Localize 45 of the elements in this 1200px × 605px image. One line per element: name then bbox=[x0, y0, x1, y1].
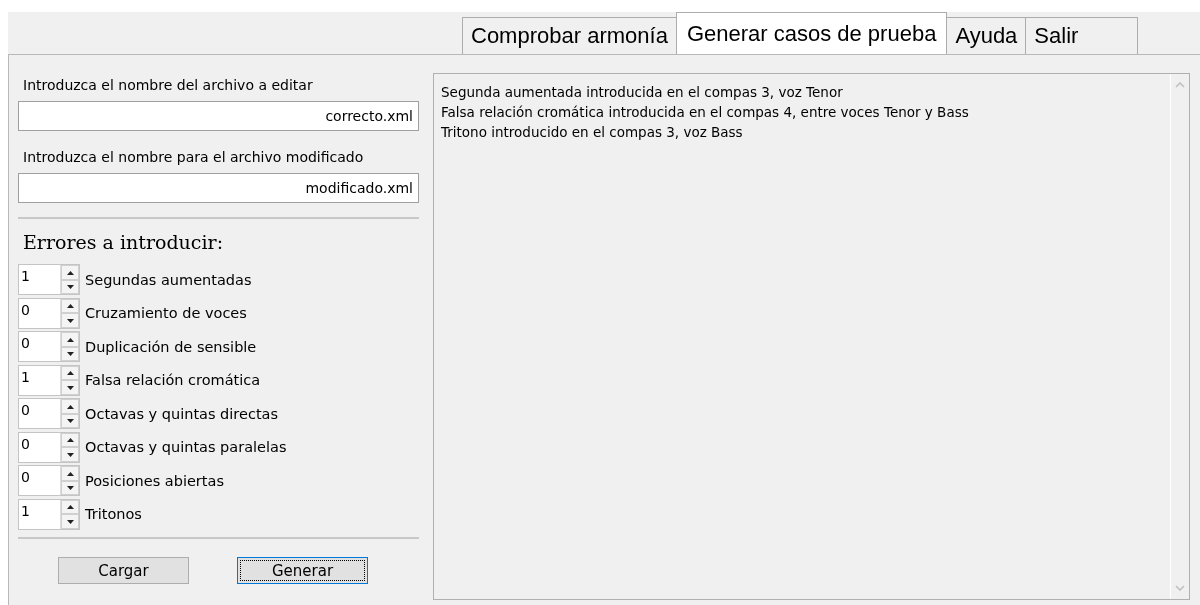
down-arrow-icon[interactable] bbox=[66, 318, 74, 323]
up-arrow-icon[interactable] bbox=[66, 371, 74, 375]
field-label: Introduzca el nombre para el archivo modificado bbox=[23, 149, 365, 165]
spin-box[interactable]: 0 bbox=[18, 431, 80, 463]
tab[interactable]: Generar casos de prueba bbox=[675, 12, 948, 54]
spin-box[interactable]: 0 bbox=[18, 465, 80, 497]
error-label: Octavas y quintas directas bbox=[85, 405, 279, 422]
tab[interactable]: Comprobar armonía bbox=[462, 17, 677, 54]
spin-box[interactable]: 0 bbox=[18, 331, 80, 363]
load-button[interactable]: Cargar bbox=[58, 557, 189, 584]
generate-button[interactable]: Generar bbox=[237, 557, 368, 584]
output-line: Falsa relación cromática introducida en el compas 4, entre voces Tenor y Bass bbox=[441, 103, 970, 122]
section-heading: Errores a introducir: bbox=[23, 231, 225, 253]
down-arrow-icon[interactable] bbox=[66, 352, 74, 356]
up-arrow-icon[interactable] bbox=[66, 337, 74, 342]
error-label: Falsa relación cromática bbox=[85, 372, 261, 389]
input-field[interactable]: correcto.xml bbox=[18, 101, 419, 131]
spin-box[interactable]: 0 bbox=[18, 297, 80, 329]
output-line: Tritono introducido en el compas 3, voz Bass bbox=[441, 123, 744, 142]
down-arrow-icon[interactable] bbox=[66, 486, 74, 490]
down-arrow-icon[interactable] bbox=[66, 419, 74, 423]
error-label: Posiciones abiertas bbox=[85, 472, 224, 489]
output-line: Segunda aumentada introducida en el compas 3, voz Tenor bbox=[441, 83, 844, 102]
up-arrow-icon[interactable] bbox=[66, 471, 74, 476]
down-arrow-icon[interactable] bbox=[66, 452, 74, 457]
down-arrow-icon[interactable] bbox=[66, 285, 74, 289]
up-arrow-icon[interactable] bbox=[66, 438, 74, 442]
spin-box[interactable]: 1 bbox=[18, 364, 80, 396]
field-label: Introduzca el nombre del archivo a editar bbox=[23, 77, 314, 93]
spin-box[interactable]: 0 bbox=[18, 398, 80, 430]
tab[interactable]: Salir bbox=[1025, 17, 1139, 54]
up-arrow-icon[interactable] bbox=[66, 270, 74, 275]
up-arrow-icon[interactable] bbox=[66, 304, 74, 308]
error-label: Octavas y quintas paralelas bbox=[85, 439, 287, 456]
up-arrow-icon[interactable] bbox=[66, 404, 74, 409]
error-label: Cruzamiento de voces bbox=[85, 305, 247, 322]
down-arrow-icon[interactable] bbox=[66, 385, 74, 390]
spin-box[interactable]: 1 bbox=[18, 498, 80, 530]
up-arrow-icon[interactable] bbox=[66, 505, 74, 509]
spin-box[interactable]: 1 bbox=[18, 264, 80, 296]
error-label: Duplicación de sensible bbox=[85, 338, 257, 355]
error-label: Tritonos bbox=[85, 506, 142, 523]
down-arrow-icon[interactable] bbox=[66, 519, 74, 524]
input-field[interactable]: modificado.xml bbox=[18, 173, 419, 203]
error-label: Segundas aumentadas bbox=[85, 271, 252, 288]
